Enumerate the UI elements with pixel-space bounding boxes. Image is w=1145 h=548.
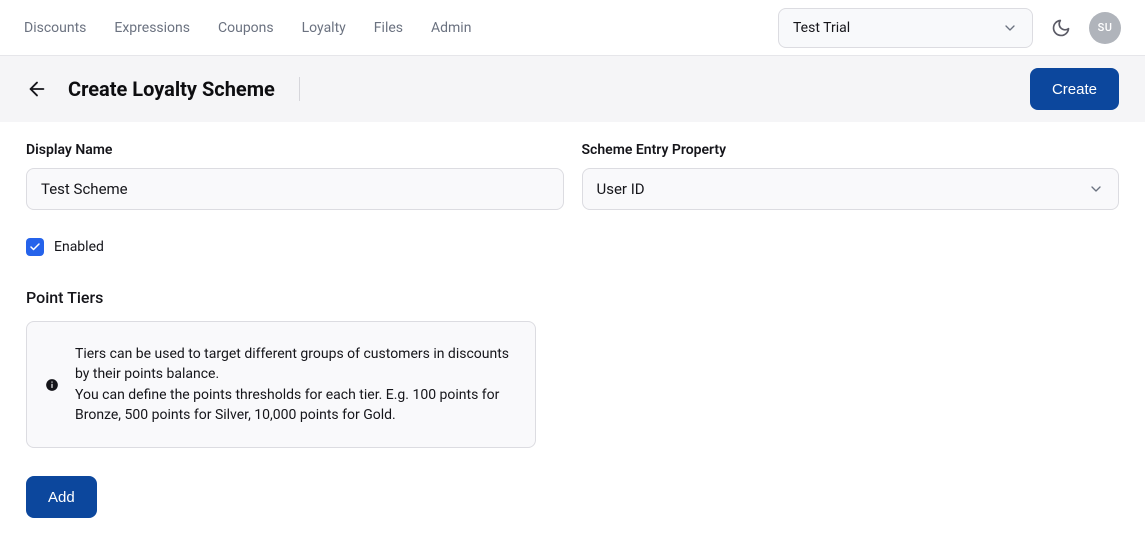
- form-row-1: Display Name Scheme Entry Property User …: [26, 142, 1119, 210]
- main-nav: Discounts Expressions Coupons Loyalty Fi…: [24, 20, 471, 36]
- avatar-initials: SU: [1098, 21, 1113, 34]
- create-button[interactable]: Create: [1030, 68, 1119, 110]
- add-tier-button[interactable]: Add: [26, 476, 97, 518]
- scheme-entry-label: Scheme Entry Property: [582, 142, 1120, 158]
- field-scheme-entry: Scheme Entry Property User ID: [582, 142, 1120, 210]
- chevron-down-icon: [1088, 181, 1104, 197]
- chevron-down-icon: [1002, 20, 1018, 36]
- display-name-input[interactable]: [41, 180, 549, 198]
- nav-loyalty[interactable]: Loyalty: [302, 20, 346, 36]
- user-avatar[interactable]: SU: [1089, 12, 1121, 44]
- topbar-right: Test Trial SU: [778, 8, 1121, 48]
- display-name-label: Display Name: [26, 142, 564, 158]
- dark-mode-toggle[interactable]: [1051, 18, 1071, 38]
- nav-discounts[interactable]: Discounts: [24, 20, 86, 36]
- page-title: Create Loyalty Scheme: [68, 77, 275, 101]
- form-body: Display Name Scheme Entry Property User …: [0, 122, 1145, 548]
- nav-files[interactable]: Files: [374, 20, 403, 36]
- enabled-checkbox[interactable]: [26, 238, 44, 256]
- divider: [299, 77, 300, 101]
- tiers-info-text: Tiers can be used to target different gr…: [75, 344, 517, 425]
- topbar: Discounts Expressions Coupons Loyalty Fi…: [0, 0, 1145, 56]
- enabled-row: Enabled: [26, 238, 1119, 256]
- field-display-name: Display Name: [26, 142, 564, 210]
- display-name-input-wrapper: [26, 168, 564, 210]
- scheme-entry-value: User ID: [597, 180, 645, 198]
- tiers-info-line2: You can define the points thresholds for…: [75, 387, 499, 423]
- tiers-info-box: Tiers can be used to target different gr…: [26, 321, 536, 448]
- nav-admin[interactable]: Admin: [431, 20, 471, 36]
- nav-coupons[interactable]: Coupons: [218, 20, 274, 36]
- info-icon: [45, 378, 59, 392]
- point-tiers-heading: Point Tiers: [26, 288, 1119, 307]
- tiers-info-line1: Tiers can be used to target different gr…: [75, 346, 509, 382]
- nav-expressions[interactable]: Expressions: [114, 20, 190, 36]
- org-selector-value: Test Trial: [793, 20, 850, 36]
- header-left: Create Loyalty Scheme: [26, 77, 300, 101]
- page-header: Create Loyalty Scheme Create: [0, 56, 1145, 122]
- org-selector[interactable]: Test Trial: [778, 8, 1033, 48]
- back-button[interactable]: [26, 78, 48, 100]
- enabled-label: Enabled: [54, 239, 104, 255]
- scheme-entry-select[interactable]: User ID: [582, 168, 1120, 210]
